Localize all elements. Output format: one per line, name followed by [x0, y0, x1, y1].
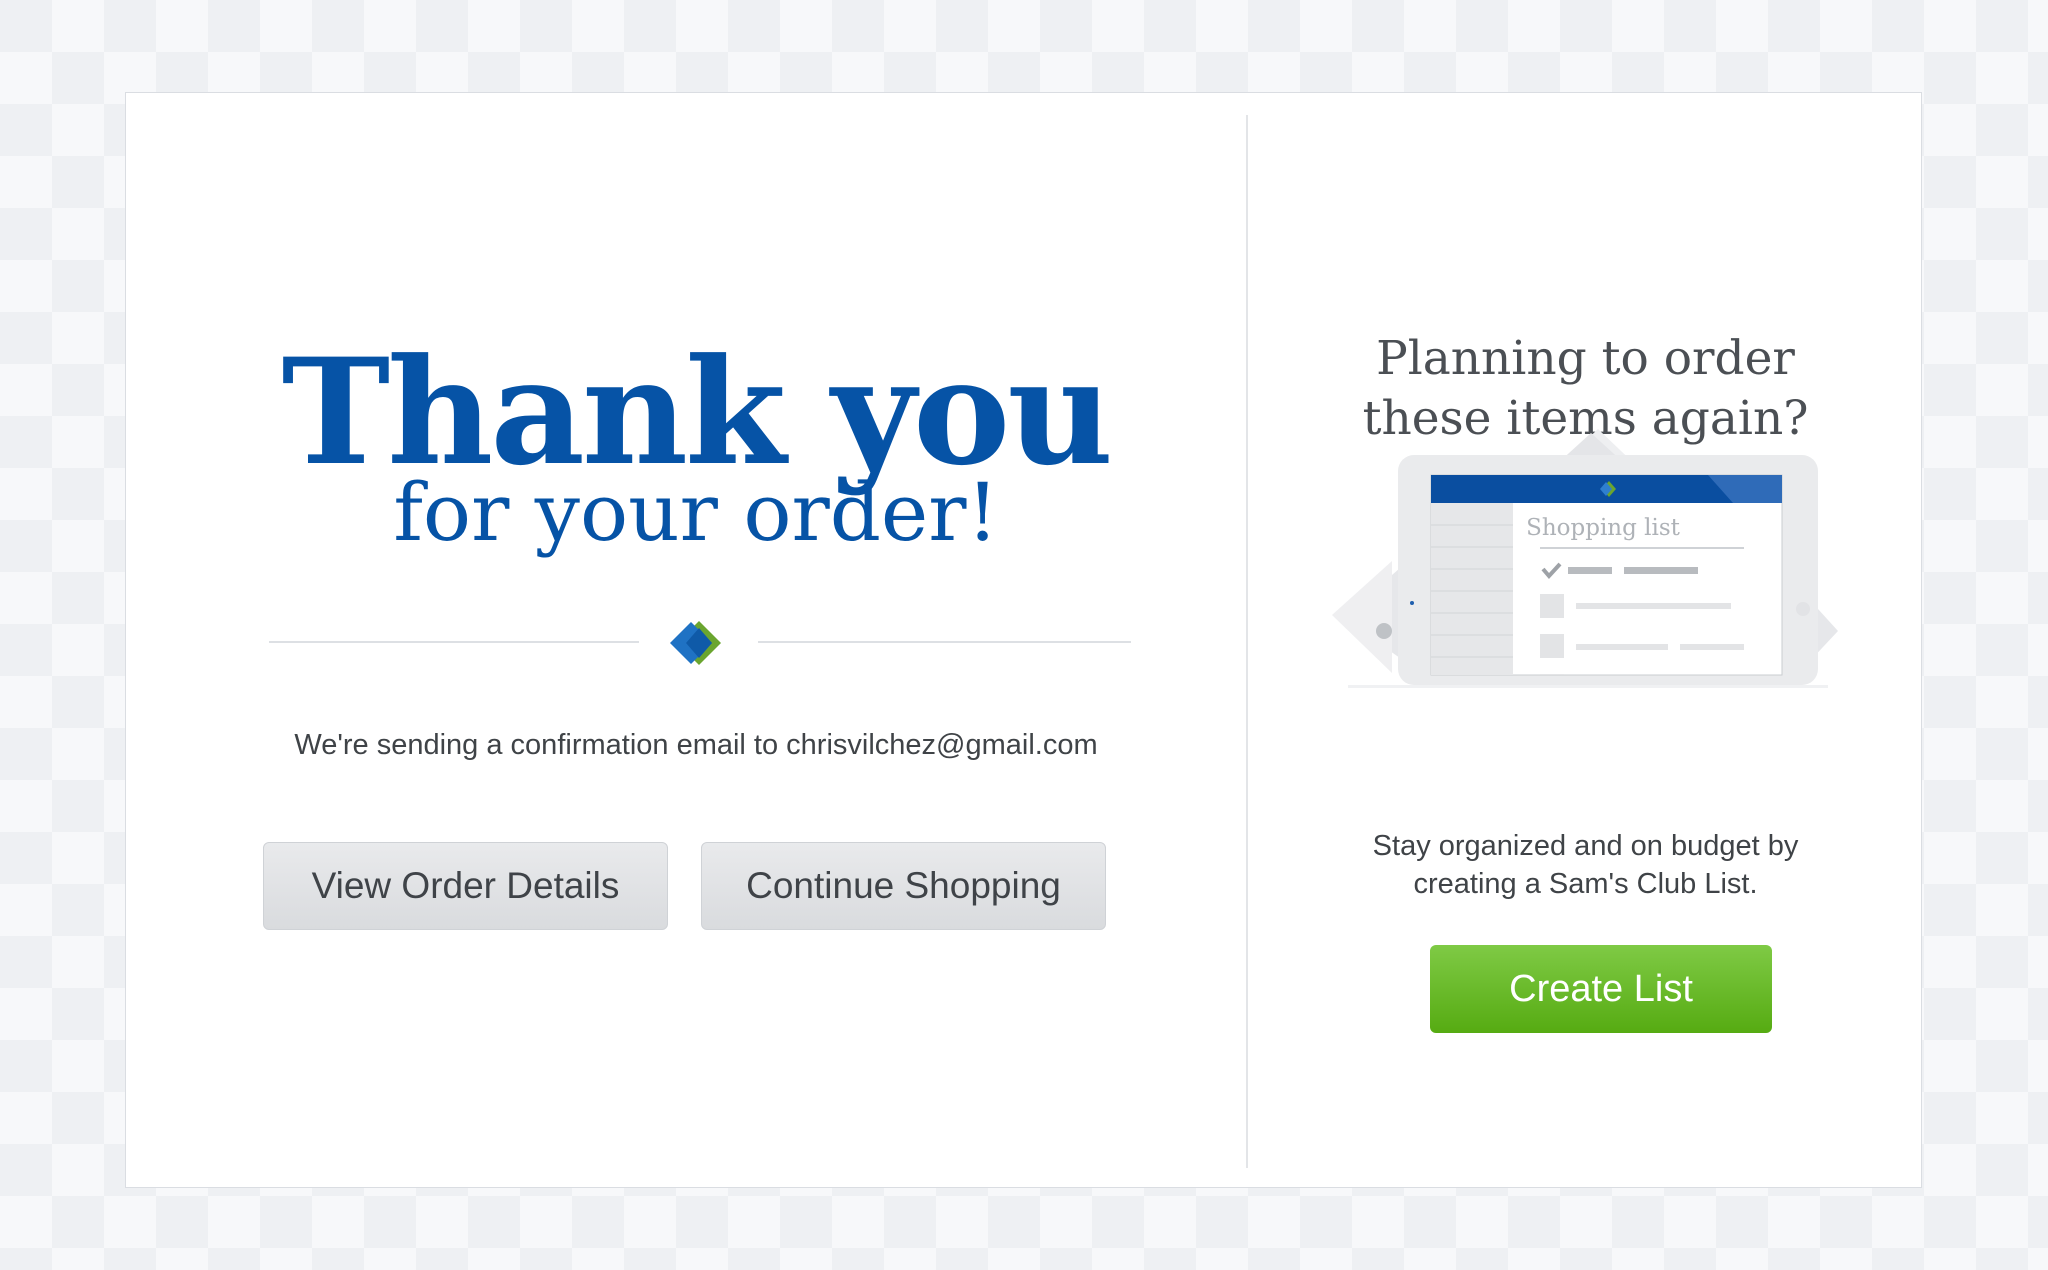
shopping-list-illustration-title: Shopping list: [1526, 515, 1681, 541]
confirmation-card: Thank you for your order! We're sending …: [125, 92, 1922, 1188]
create-list-button[interactable]: Create List: [1430, 945, 1772, 1033]
tablet-shopping-list-illustration: Shopping list: [1332, 429, 1838, 688]
confirmation-email-message: We're sending a confirmation email to ch…: [294, 729, 1098, 761]
promo-description-line2: creating a Sam's Club List.: [1413, 868, 1758, 900]
promo-description: Stay organized and on budget by creating…: [1248, 827, 1923, 903]
order-confirmation-panel: Thank you for your order! We're sending …: [126, 93, 1246, 1187]
promo-description-line1: Stay organized and on budget by: [1372, 830, 1799, 862]
promo-heading-line1: Planning to order: [1376, 331, 1795, 386]
divider-left: [269, 641, 639, 643]
divider-right: [758, 641, 1131, 643]
continue-shopping-button[interactable]: Continue Shopping: [701, 842, 1106, 930]
shopping-list-promo-panel: Planning to order these items again? Sho…: [1248, 93, 1923, 1187]
sams-club-logo-icon: [670, 621, 721, 665]
view-order-details-button[interactable]: View Order Details: [263, 842, 668, 930]
thank-you-subheading: for your order!: [393, 466, 999, 559]
